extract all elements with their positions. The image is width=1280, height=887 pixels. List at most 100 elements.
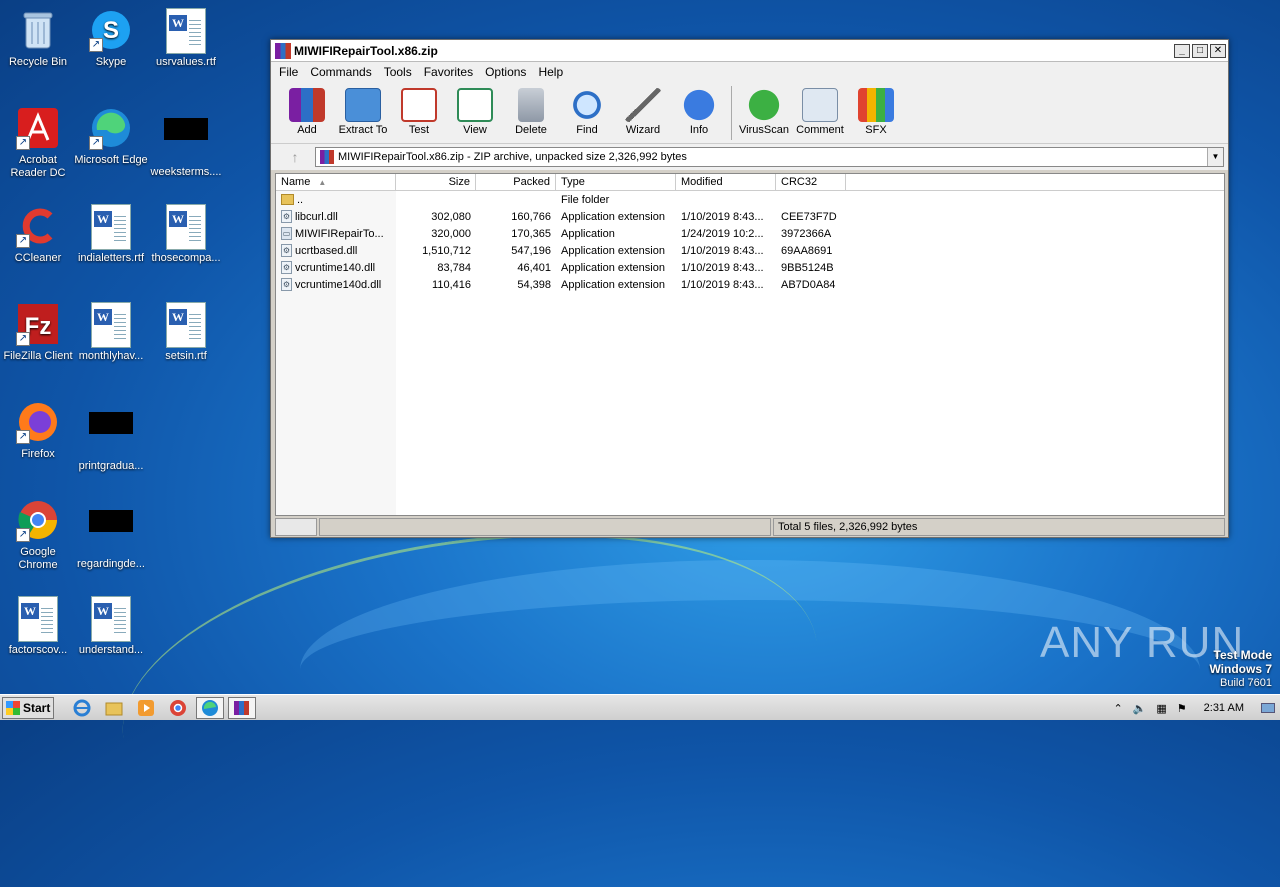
desktop-icon-label: FileZilla Client [3, 350, 73, 362]
menu-help[interactable]: Help [532, 65, 569, 79]
find-button[interactable]: Find [559, 86, 615, 136]
menu-tools[interactable]: Tools [378, 65, 418, 79]
add-button[interactable]: Add [279, 86, 335, 136]
desktop-icon-label: monthlyhav... [78, 350, 144, 362]
file-type: File folder [561, 193, 610, 206]
shortcut-arrow-icon: ↗ [16, 332, 30, 346]
desktop-icon-regardingde[interactable]: regardingde... [73, 498, 149, 571]
taskbar-edge-icon[interactable] [196, 696, 224, 719]
file-name: MIWIFIRepairTo... [295, 227, 384, 240]
path-field[interactable]: MIWIFIRepairTool.x86.zip - ZIP archive, … [315, 147, 1224, 167]
file-list[interactable]: Name ▲ Size Packed Type Modified CRC32 ..… [275, 173, 1225, 516]
column-header-name[interactable]: Name ▲ [276, 174, 396, 190]
maximize-button[interactable]: □ [1192, 43, 1208, 58]
extract-to-label: Extract To [338, 124, 388, 136]
test-clipboard-icon [401, 88, 437, 122]
taskbar-explorer-icon[interactable] [100, 697, 128, 719]
find-magnifier-icon [569, 88, 605, 122]
file-packed: 46,401 [517, 261, 551, 274]
windows-logo-icon [6, 700, 20, 715]
desktop-icon-skype[interactable]: S ↗ Skype [73, 8, 149, 69]
taskbar-winrar-icon[interactable] [228, 696, 256, 719]
desktop-icon-printgradua[interactable]: printgradua... [73, 400, 149, 473]
taskbar-chrome-icon[interactable] [164, 697, 192, 719]
menu-commands[interactable]: Commands [304, 65, 377, 79]
desktop-icon-acrobat[interactable]: ↗ Acrobat Reader DC [0, 106, 76, 180]
status-selection [319, 518, 771, 536]
chrome-icon: ↗ [16, 498, 60, 542]
up-arrow-icon[interactable]: ↑ [275, 149, 315, 165]
column-header-packed[interactable]: Packed [476, 174, 556, 190]
taskbar-media-player-icon[interactable] [132, 697, 160, 719]
show-desktop-icon[interactable] [1261, 703, 1275, 713]
column-header-size[interactable]: Size [396, 174, 476, 190]
desktop-icon-factorscov[interactable]: W factorscov... [0, 596, 76, 657]
file-size: 1,510,712 [422, 244, 471, 257]
test-button[interactable]: Test [391, 86, 447, 136]
taskbar-ie-icon[interactable] [68, 697, 96, 719]
view-book-icon [457, 88, 493, 122]
comment-button[interactable]: Comment [792, 86, 848, 136]
add-icon [289, 88, 325, 122]
desktop-icon-chrome[interactable]: ↗ Google Chrome [0, 498, 76, 572]
chevron-down-icon[interactable]: ▼ [1207, 148, 1223, 166]
desktop-icon-monthlyhav[interactable]: W monthlyhav... [73, 302, 149, 363]
desktop-icon-weeksterms[interactable]: weeksterms.... [148, 106, 224, 179]
desktop-icon-ccleaner[interactable]: ↗ CCleaner [0, 204, 76, 265]
dll-file-icon: ⚙ [281, 278, 292, 291]
column-header-crc32[interactable]: CRC32 [776, 174, 846, 190]
menu-options[interactable]: Options [479, 65, 532, 79]
info-button[interactable]: Info [671, 86, 727, 136]
table-row[interactable]: ⚙ libcurl.dll 302,080 160,766 Application… [276, 208, 1224, 225]
wizard-button[interactable]: Wizard [615, 86, 671, 136]
table-row[interactable]: ⚙ vcruntime140d.dll 110,416 54,398 Applic… [276, 276, 1224, 293]
file-type: Application extension [561, 210, 665, 223]
table-row[interactable]: ⚙ ucrtbased.dll 1,510,712 547,196 Applica… [276, 242, 1224, 259]
drive-key-icon[interactable] [275, 518, 317, 536]
table-row[interactable]: ▭ MIWIFIRepairTo... 320,000 170,365 Appli… [276, 225, 1224, 242]
column-header-type[interactable]: Type [556, 174, 676, 190]
title-bar[interactable]: MIWIFIRepairTool.x86.zip _ □ ✕ [271, 40, 1228, 62]
desktop-icon-firefox[interactable]: ↗ Firefox [0, 400, 76, 461]
minimize-button[interactable]: _ [1174, 43, 1190, 58]
file-packed: 54,398 [517, 278, 551, 291]
desktop-icon-indialetters[interactable]: W indialetters.rtf [73, 204, 149, 265]
table-row[interactable]: .. File folder [276, 191, 1224, 208]
desktop-icon-edge[interactable]: ↗ Microsoft Edge [73, 106, 149, 167]
network-icon[interactable]: ▦ [1156, 702, 1166, 715]
close-button[interactable]: ✕ [1210, 43, 1226, 58]
clock[interactable]: 2:31 AM [1204, 702, 1244, 714]
svg-text:S: S [103, 17, 119, 44]
info-icon [681, 88, 717, 122]
extract-to-button[interactable]: Extract To [335, 86, 391, 136]
list-header: Name ▲ Size Packed Type Modified CRC32 [276, 174, 1224, 191]
delete-trash-icon [518, 88, 544, 122]
desktop-icon-label: Firefox [21, 448, 55, 460]
desktop-icon-filezilla[interactable]: Fz ↗ FileZilla Client [0, 302, 76, 363]
desktop-icon-label: weeksterms.... [150, 166, 222, 178]
desktop-icon-setsin[interactable]: W setsin.rtf [148, 302, 224, 363]
action-center-flag-icon[interactable]: ⚑ [1177, 702, 1187, 715]
desktop-icon-label: understand... [78, 644, 144, 656]
tray-expand-icon[interactable]: ⌃ [1113, 702, 1122, 715]
view-button[interactable]: View [447, 86, 503, 136]
desktop-icon-understand[interactable]: W understand... [73, 596, 149, 657]
winrar-window[interactable]: MIWIFIRepairTool.x86.zip _ □ ✕ File Comm… [270, 39, 1229, 538]
desktop-icon-recycle-bin[interactable]: Recycle Bin [0, 8, 76, 69]
skype-icon: S ↗ [89, 8, 133, 52]
desktop-icon-usrvalues[interactable]: W usrvalues.rtf [148, 8, 224, 69]
delete-label: Delete [515, 124, 547, 136]
menu-file[interactable]: File [273, 65, 304, 79]
extract-folder-icon [345, 88, 381, 122]
table-row[interactable]: ⚙ vcruntime140.dll 83,784 46,401 Applicat… [276, 259, 1224, 276]
virusscan-button[interactable]: VirusScan [736, 86, 792, 136]
sfx-button[interactable]: SFX [848, 86, 904, 136]
volume-icon[interactable]: 🔈 [1133, 702, 1147, 715]
column-header-modified[interactable]: Modified [676, 174, 776, 190]
taskbar: Start ⌃ 🔈 ▦ ⚑ 2:31 AM [0, 694, 1280, 720]
start-button[interactable]: Start [2, 696, 54, 719]
delete-button[interactable]: Delete [503, 86, 559, 136]
desktop-icon-thosecompa[interactable]: W thosecompa... [148, 204, 224, 265]
sort-arrow-icon: ▲ [318, 177, 327, 187]
menu-favorites[interactable]: Favorites [418, 65, 479, 79]
